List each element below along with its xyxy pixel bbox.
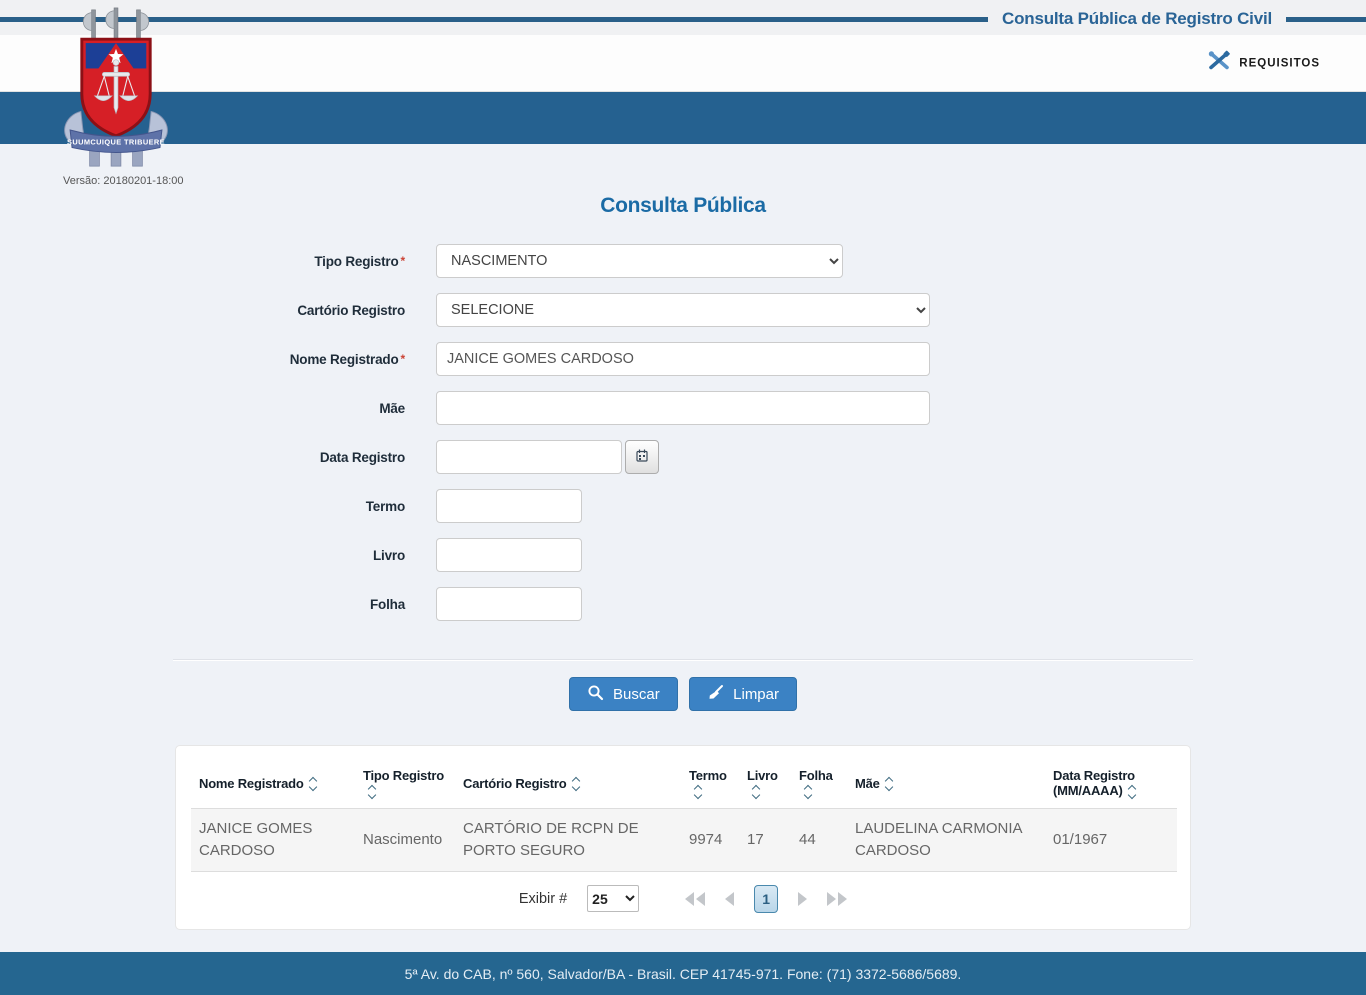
cartorio-registro-label: Cartório Registro	[297, 302, 405, 318]
crossed-tools-icon	[1208, 50, 1231, 76]
required-marker: *	[400, 253, 406, 268]
required-marker: *	[400, 351, 406, 366]
col-header-folha[interactable]: Folha	[791, 756, 847, 809]
cell-cartorio-registro: CARTÓRIO DE RCPN DE PORTO SEGURO	[455, 808, 681, 872]
folha-input[interactable]	[436, 587, 582, 621]
col-header-termo[interactable]: Termo	[681, 756, 739, 809]
top-strip: Consulta Pública de Registro Civil	[0, 0, 1366, 35]
results-panel: Nome Registrado Tipo Registro Cartório R…	[175, 745, 1191, 930]
limpar-label: Limpar	[733, 685, 779, 703]
sort-icon	[367, 784, 377, 799]
footer-bar: 5ª Av. do CAB, nº 560, Salvador/BA - Bra…	[0, 952, 1366, 995]
sort-icon	[693, 784, 703, 799]
tjba-coat-of-arms-logo: SUUMCUIQUE TRIBUERE	[57, 4, 175, 172]
requisitos-link[interactable]: REQUISITOS	[1208, 50, 1320, 76]
cell-tipo-registro: Nascimento	[355, 808, 455, 872]
col-header-cartorio-registro[interactable]: Cartório Registro	[455, 756, 681, 809]
footer-address: 5ª Av. do CAB, nº 560, Salvador/BA - Bra…	[404, 965, 962, 982]
buscar-button[interactable]: Buscar	[569, 677, 678, 711]
pagination: Exibir # 25 1	[191, 872, 1175, 925]
page-size-select[interactable]: 25	[587, 885, 640, 912]
sort-icon	[308, 776, 317, 792]
next-page-button[interactable]	[798, 891, 808, 906]
cell-nome-registrado: JANICE GOMES CARDOSO	[191, 808, 355, 872]
mae-label: Mãe	[379, 400, 405, 416]
table-row[interactable]: JANICE GOMES CARDOSO Nascimento CARTÓRIO…	[191, 808, 1177, 872]
buscar-label: Buscar	[613, 685, 660, 703]
cell-livro: 17	[739, 808, 791, 872]
broom-icon	[707, 684, 724, 705]
exibir-label: Exibir #	[518, 890, 568, 907]
tipo-registro-label: Tipo Registro *	[314, 253, 406, 269]
consulta-form: Tipo Registro * NASCIMENTO Cartório Regis…	[0, 244, 1366, 711]
first-page-button[interactable]	[685, 891, 706, 906]
last-page-button[interactable]	[827, 891, 848, 906]
sort-icon	[803, 784, 813, 799]
folha-label: Folha	[370, 596, 405, 612]
page-title: Consulta Pública	[600, 194, 766, 217]
requisitos-label: REQUISITOS	[1239, 57, 1320, 69]
col-header-mae[interactable]: Mãe	[847, 756, 1045, 809]
data-registro-label: Data Registro	[319, 449, 405, 465]
logo-motto: SUUMCUIQUE TRIBUERE	[67, 138, 165, 147]
previous-page-button[interactable]	[725, 891, 735, 906]
main-content: Consulta Pública Tipo Registro * NASCIMEN…	[0, 144, 1366, 952]
table-header-row: Nome Registrado Tipo Registro Cartório R…	[191, 756, 1177, 809]
search-icon	[587, 684, 604, 705]
sort-icon	[571, 776, 580, 792]
results-table: Nome Registrado Tipo Registro Cartório R…	[191, 756, 1177, 872]
cell-folha: 44	[791, 808, 847, 872]
cell-data-registro: 01/1967	[1045, 808, 1177, 872]
current-page-button[interactable]: 1	[754, 884, 779, 913]
data-registro-input[interactable]	[436, 440, 622, 474]
calendar-button[interactable]	[625, 440, 659, 474]
cell-termo: 9974	[681, 808, 739, 872]
col-header-data-registro[interactable]: Data Registro (MM/AAAA)	[1045, 756, 1177, 809]
sort-icon	[1127, 784, 1136, 799]
app-title: Consulta Pública de Registro Civil	[988, 7, 1286, 31]
nome-registrado-label: Nome Registrado *	[289, 351, 406, 367]
section-divider	[173, 659, 1193, 661]
sort-icon	[751, 784, 761, 799]
termo-input[interactable]	[436, 489, 582, 523]
version-text: Versão: 20180201-18:00	[63, 175, 184, 187]
sort-icon	[884, 776, 893, 792]
nome-registrado-input[interactable]	[436, 342, 930, 376]
tipo-registro-select[interactable]: NASCIMENTO	[436, 244, 843, 278]
livro-label: Livro	[372, 547, 405, 563]
termo-label: Termo	[365, 498, 405, 514]
col-header-nome-registrado[interactable]: Nome Registrado	[191, 756, 355, 809]
col-header-tipo-registro[interactable]: Tipo Registro	[355, 756, 455, 809]
header-bar: REQUISITOS	[0, 35, 1366, 92]
blue-band	[0, 92, 1366, 144]
livro-input[interactable]	[436, 538, 582, 572]
col-header-livro[interactable]: Livro	[739, 756, 791, 809]
cartorio-registro-select[interactable]: SELECIONE	[436, 293, 930, 327]
mae-input[interactable]	[436, 391, 930, 425]
limpar-button[interactable]: Limpar	[689, 677, 797, 711]
calendar-icon	[636, 449, 648, 465]
cell-mae: LAUDELINA CARMONIA CARDOSO	[847, 808, 1045, 872]
